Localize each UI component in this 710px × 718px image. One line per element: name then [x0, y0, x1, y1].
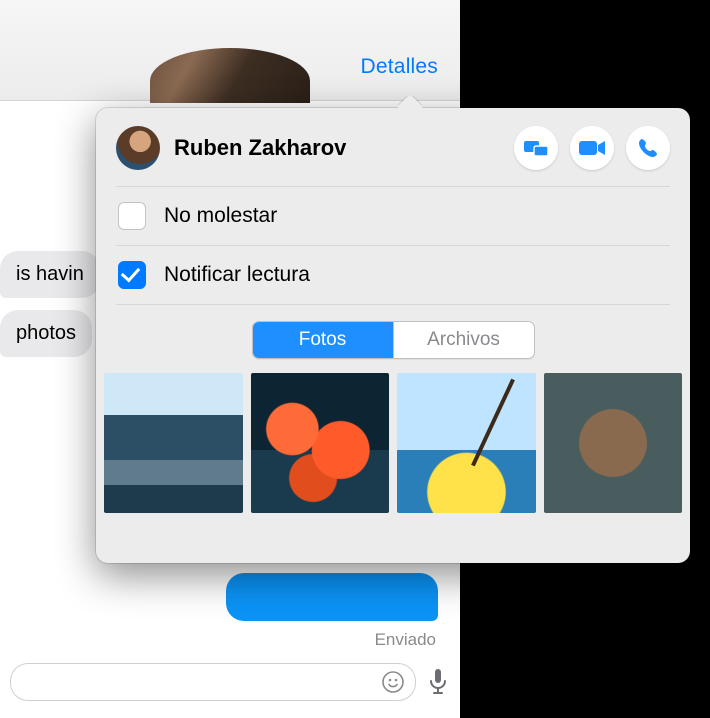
segment-photos[interactable]: Fotos — [253, 322, 393, 358]
segment-files[interactable]: Archivos — [393, 322, 534, 358]
emoji-icon[interactable] — [381, 670, 405, 694]
attachments-segment: Fotos Archivos — [96, 305, 690, 373]
audio-call-button[interactable] — [626, 126, 670, 170]
photo-thumbnail[interactable] — [397, 373, 536, 513]
do-not-disturb-row[interactable]: No molestar — [96, 187, 690, 245]
video-call-button[interactable] — [570, 126, 614, 170]
read-receipts-row[interactable]: Notificar lectura — [96, 246, 690, 304]
photo-grid — [96, 373, 690, 513]
photo-thumbnail[interactable] — [544, 373, 683, 513]
outgoing-message[interactable] — [226, 573, 438, 621]
photo-thumbnail[interactable] — [104, 373, 243, 513]
do-not-disturb-checkbox[interactable] — [118, 202, 146, 230]
microphone-icon[interactable] — [426, 667, 450, 697]
details-button[interactable]: Detalles — [361, 55, 438, 79]
read-receipts-checkbox[interactable] — [118, 261, 146, 289]
photo-thumbnail[interactable] — [251, 373, 390, 513]
incoming-message[interactable]: photos — [0, 310, 92, 357]
conversation-header: Detalles — [0, 0, 460, 101]
do-not-disturb-label: No molestar — [164, 204, 277, 228]
contact-avatar[interactable] — [116, 126, 160, 170]
compose-bar — [10, 662, 450, 702]
popover-arrow — [398, 96, 422, 108]
popover-header: Ruben Zakharov — [96, 108, 690, 186]
contact-actions — [514, 126, 670, 170]
header-shared-photo — [150, 48, 310, 103]
delivery-status: Enviado — [375, 630, 436, 650]
message-input[interactable] — [10, 663, 416, 701]
screen-share-button[interactable] — [514, 126, 558, 170]
read-receipts-label: Notificar lectura — [164, 263, 310, 287]
contact-name: Ruben Zakharov — [174, 135, 514, 161]
incoming-message[interactable]: is havin — [0, 251, 100, 298]
details-popover: Ruben Zakharov No molestar Notificar lec… — [96, 108, 690, 563]
